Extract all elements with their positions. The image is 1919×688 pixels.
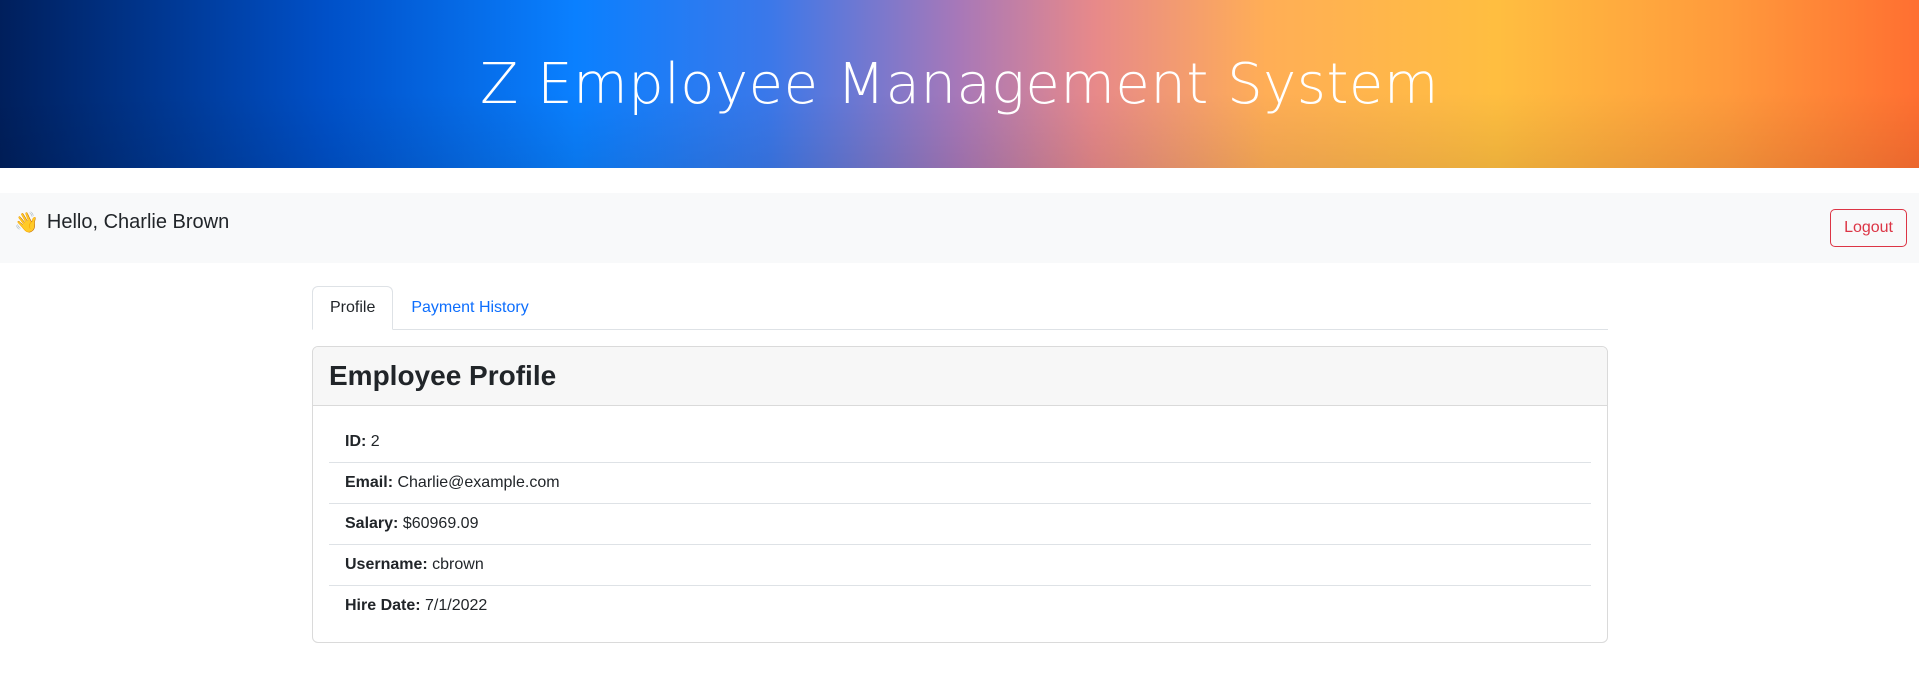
tab-bar: Profile Payment History [312,286,1608,330]
field-salary: Salary: $60969.09 [329,504,1591,545]
field-label: Email: [345,474,394,491]
user-greeting: 👋 Hello, Charlie Brown [14,211,229,234]
field-label: Salary: [345,515,399,532]
greeting-text: Hello, Charlie Brown [46,211,230,233]
field-label: Username: [345,556,428,573]
field-label: ID: [345,433,367,450]
field-value: 2 [370,433,380,450]
field-id: ID: 2 [329,422,1591,463]
employee-profile-card: Employee Profile ID: 2 Email: Charlie@ex… [312,346,1608,643]
profile-field-list: ID: 2 Email: Charlie@example.com Salary:… [329,422,1591,626]
field-username: Username: cbrown [329,545,1591,586]
header-banner: Z Employee Management System [0,0,1919,168]
card-title: Employee Profile [329,360,557,391]
field-email: Email: Charlie@example.com [329,463,1591,504]
field-value: Charlie@example.com [397,474,560,491]
field-value: $60969.09 [402,515,479,532]
card-header: Employee Profile [313,347,1607,406]
logout-button[interactable]: Logout [1830,209,1907,247]
app-title: Z Employee Management System [480,51,1439,117]
field-value: cbrown [432,556,484,573]
tab-payment-history[interactable]: Payment History [393,286,546,330]
card-body: ID: 2 Email: Charlie@example.com Salary:… [313,406,1607,642]
main-content: Profile Payment History Employee Profile… [312,286,1608,643]
waving-hand-icon: 👋 [14,211,39,234]
field-value: 7/1/2022 [425,597,488,614]
tab-profile[interactable]: Profile [312,286,394,330]
top-navbar: 👋 Hello, Charlie Brown Logout [0,193,1919,263]
field-hire-date: Hire Date: 7/1/2022 [329,586,1591,626]
field-label: Hire Date: [345,597,421,614]
